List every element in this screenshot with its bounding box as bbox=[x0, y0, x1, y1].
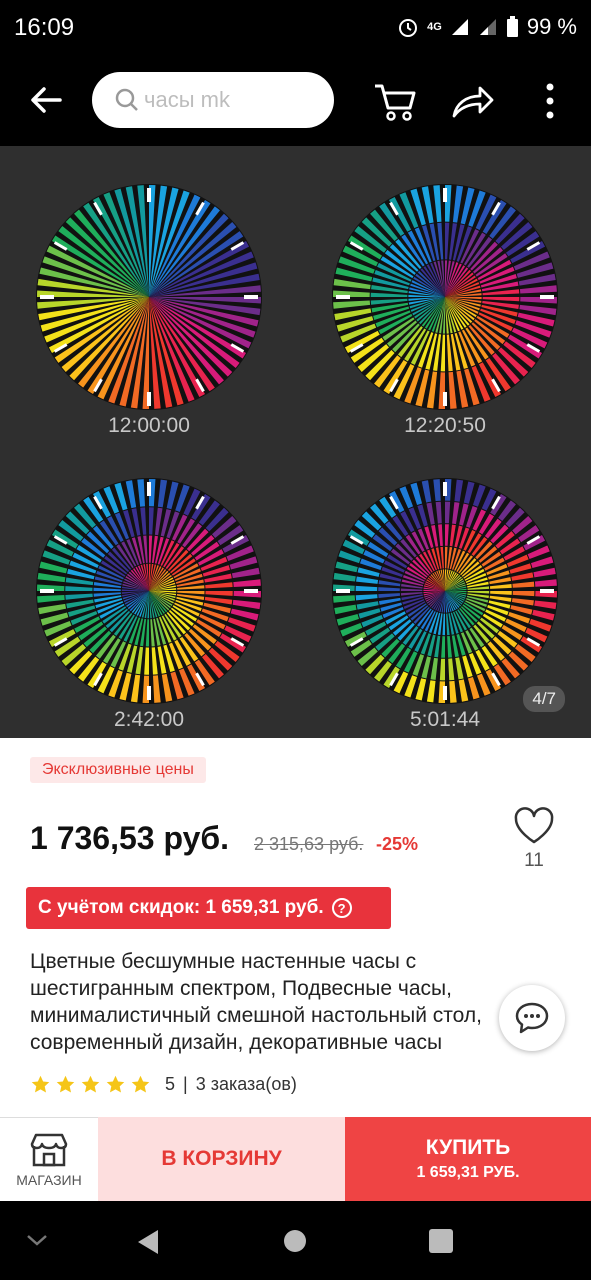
clock-time-label: 2:42:00 bbox=[113, 708, 185, 731]
search-icon bbox=[115, 88, 138, 111]
status-time: 16:09 bbox=[14, 14, 75, 41]
clock-time-label: 12:20:50 bbox=[404, 414, 486, 437]
top-app-bar bbox=[0, 56, 591, 146]
cart-icon[interactable] bbox=[372, 78, 418, 124]
system-navigation-bar bbox=[0, 1201, 591, 1280]
star-icon bbox=[31, 1075, 50, 1093]
shop-button[interactable]: МАГАЗИН bbox=[0, 1117, 98, 1201]
buy-now-button[interactable]: КУПИТЬ 1 659,31 РУБ. bbox=[345, 1117, 591, 1201]
orders-count: 3 заказа(ов) bbox=[195, 1074, 297, 1094]
battery-icon bbox=[506, 16, 518, 37]
store-icon bbox=[30, 1133, 68, 1166]
product-image-gallery[interactable]: 12:00:00 12:20:50 2:42:00 5:01:44 4/7 bbox=[0, 146, 591, 738]
home-circle-icon[interactable] bbox=[282, 1228, 308, 1254]
help-icon[interactable]: ? bbox=[331, 898, 352, 918]
discount-percent: -25% bbox=[376, 834, 419, 854]
discounted-price-banner[interactable]: С учётом скидок: 1 659,31 руб. ? bbox=[26, 887, 391, 929]
add-to-cart-button[interactable]: В КОРЗИНУ bbox=[98, 1117, 345, 1201]
exclusive-price-badge: Эксклюзивные цены bbox=[30, 757, 206, 783]
product-title: Цветные бесшумные настенные часы с шести… bbox=[30, 950, 482, 1054]
chevron-down-icon[interactable] bbox=[24, 1231, 50, 1249]
bottom-action-bar: МАГАЗИН В КОРЗИНУ КУПИТЬ 1 659,31 РУБ. bbox=[0, 1117, 591, 1201]
buy-price: 1 659,31 РУБ. bbox=[416, 1164, 520, 1181]
heart-icon[interactable] bbox=[512, 806, 556, 846]
search-input[interactable] bbox=[144, 87, 314, 113]
back-triangle-icon[interactable] bbox=[134, 1227, 162, 1257]
status-icons: 4G 99 % bbox=[397, 14, 577, 40]
more-options-icon[interactable] bbox=[540, 82, 560, 120]
rating-row[interactable]: 5 | 3 заказа(ов) bbox=[30, 1074, 297, 1095]
star-icon bbox=[81, 1075, 100, 1093]
share-icon[interactable] bbox=[450, 80, 496, 120]
signal-icon bbox=[451, 19, 468, 35]
clock-image-3 bbox=[36, 478, 262, 704]
star-icon bbox=[131, 1075, 150, 1093]
clock-image-1 bbox=[36, 184, 262, 410]
discounted-price-text: С учётом скидок: 1 659,31 руб. bbox=[38, 897, 324, 918]
rating-divider: | bbox=[183, 1074, 188, 1094]
clock-image-4 bbox=[332, 478, 558, 704]
old-price: 2 315,63 руб. bbox=[254, 834, 364, 854]
star-icon bbox=[106, 1075, 125, 1093]
current-price: 1 736,53 руб. bbox=[30, 820, 230, 856]
battery-level: 99 % bbox=[526, 14, 577, 39]
shop-label: МАГАЗИН bbox=[16, 1171, 82, 1188]
clock-time-label: 5:01:44 bbox=[409, 708, 481, 731]
clock-time-label: 12:00:00 bbox=[108, 414, 190, 437]
signal-weak-icon bbox=[479, 19, 496, 35]
chat-button[interactable] bbox=[499, 985, 565, 1051]
search-box[interactable] bbox=[92, 72, 334, 128]
clock-image-2 bbox=[332, 184, 558, 410]
recents-square-icon[interactable] bbox=[428, 1228, 454, 1254]
rating-value: 5 bbox=[165, 1074, 176, 1094]
chat-bubble-icon bbox=[515, 1002, 549, 1034]
image-pager-indicator: 4/7 bbox=[523, 686, 565, 712]
alarm-icon bbox=[399, 19, 418, 37]
favorites-count: 11 bbox=[524, 850, 544, 871]
star-icon bbox=[56, 1075, 75, 1093]
status-bar: 16:09 4G 99 % bbox=[0, 0, 591, 56]
buy-label: КУПИТЬ bbox=[425, 1136, 511, 1159]
network-label: 4G bbox=[427, 21, 442, 33]
back-arrow-icon[interactable] bbox=[28, 82, 64, 118]
